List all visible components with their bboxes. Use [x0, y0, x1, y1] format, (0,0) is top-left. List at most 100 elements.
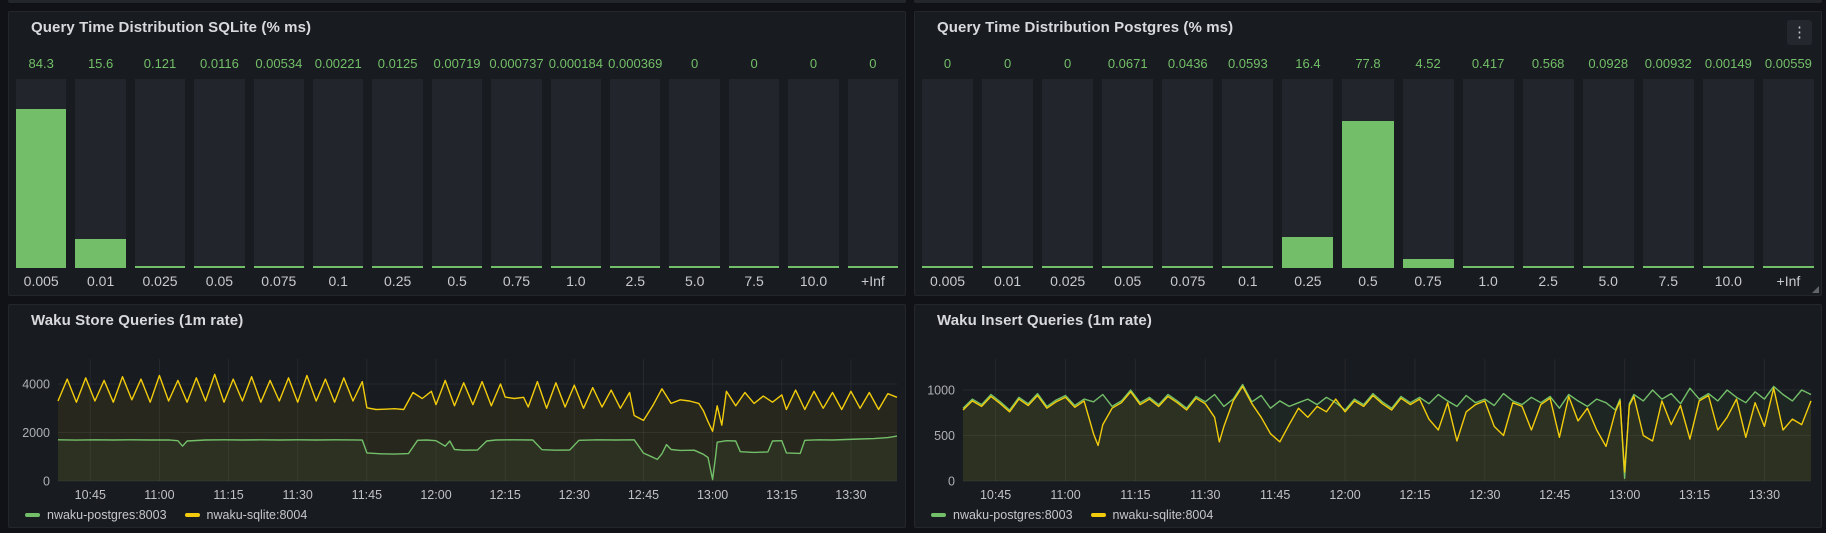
- bar-gauge-cell: 0.01160.05: [194, 56, 244, 289]
- bar-fill: [432, 266, 482, 268]
- bar-bucket-label: 1.0: [566, 268, 585, 289]
- panel-waku-insert-queries: 0500100010:4511:0011:1511:3011:4512:0012…: [914, 304, 1822, 528]
- legend-item[interactable]: nwaku-postgres:8003: [25, 508, 167, 522]
- x-axis-tick-label: 12:30: [1469, 488, 1500, 502]
- panel-title[interactable]: Query Time Distribution SQLite (% ms): [31, 19, 311, 36]
- panel-query-time-distribution-postgres: Query Time Distribution Postgres (% ms) …: [914, 11, 1822, 296]
- bar-fill: [848, 266, 898, 268]
- bar-track: [1583, 79, 1634, 268]
- bar-fill: [194, 266, 244, 268]
- legend-item[interactable]: nwaku-sqlite:8004: [1091, 508, 1214, 522]
- bar-value-label: 16.4: [1295, 56, 1320, 74]
- bar-track: [1403, 79, 1454, 268]
- bar-value-label: 0: [1064, 56, 1071, 74]
- bar-value-label: 0.0125: [378, 56, 418, 74]
- x-axis-tick-label: 11:15: [213, 488, 243, 502]
- legend-series-label[interactable]: nwaku-sqlite:8004: [207, 508, 308, 522]
- y-axis-tick-label: 1000: [927, 384, 955, 398]
- bar-fill: [1102, 266, 1153, 268]
- bar-fill: [669, 266, 719, 268]
- bar-track: [194, 79, 244, 268]
- bar-track: [16, 79, 66, 268]
- x-axis-tick-label: 11:30: [1190, 488, 1220, 502]
- bar-bucket-label: 5.0: [685, 268, 704, 289]
- panel-title[interactable]: Waku Store Queries (1m rate): [31, 312, 243, 329]
- x-axis-tick-label: 11:15: [1120, 488, 1150, 502]
- bar-value-label: 84.3: [29, 56, 54, 74]
- bar-fill: [788, 266, 838, 268]
- timeseries-chart-store: 02000400010:4511:0011:1511:3011:4512:001…: [9, 305, 905, 527]
- bar-fill: [551, 266, 601, 268]
- bar-track: [254, 79, 304, 268]
- bar-value-label: 0.121: [144, 56, 177, 74]
- bar-gauge-cell: 0.0001841.0: [551, 56, 601, 289]
- bar-bucket-label: 2.5: [1538, 268, 1557, 289]
- bar-gauge-cell: 16.4 0.25: [1282, 56, 1333, 289]
- bar-value-label: 0.0593: [1228, 56, 1268, 74]
- bar-bucket-label: +Inf: [861, 268, 885, 289]
- legend-item[interactable]: nwaku-sqlite:8004: [185, 508, 308, 522]
- bar-gauge-cell: 05.0: [669, 56, 719, 289]
- bar-fill: [1583, 266, 1634, 268]
- bar-fill: [372, 266, 422, 268]
- panel-title[interactable]: Query Time Distribution Postgres (% ms): [937, 19, 1233, 36]
- bar-track: [551, 79, 601, 268]
- x-axis-tick-label: 12:15: [1399, 488, 1430, 502]
- bar-bucket-label: 0.075: [1170, 268, 1205, 289]
- bar-bucket-label: 0.75: [1414, 268, 1441, 289]
- bar-track: [922, 79, 973, 268]
- bar-gauge-sqlite: 84.30.00515.60.010.1210.0250.01160.050.0…: [16, 56, 898, 289]
- panel-menu-kebab-icon[interactable]: ⋮: [1787, 20, 1812, 45]
- bar-gauge-cell: 0.009327.5: [1643, 56, 1694, 289]
- bar-bucket-label: 0.25: [384, 268, 411, 289]
- x-axis-tick-label: 13:15: [766, 488, 797, 502]
- legend-series-label[interactable]: nwaku-postgres:8003: [47, 508, 167, 522]
- panel-title[interactable]: Waku Insert Queries (1m rate): [937, 312, 1152, 329]
- bar-fill: [1222, 266, 1273, 268]
- bar-track: [1342, 79, 1393, 268]
- x-axis-tick-label: 12:00: [420, 488, 451, 502]
- bar-track: [313, 79, 363, 268]
- bar-gauge-cell: 0.0003692.5: [610, 56, 660, 289]
- bar-bucket-label: 0.05: [206, 268, 233, 289]
- x-axis-tick-label: 13:00: [697, 488, 728, 502]
- bar-gauge-cell: 0.0014910.0: [1703, 56, 1754, 289]
- bar-bucket-label: 0.25: [1294, 268, 1321, 289]
- bar-track: [1703, 79, 1754, 268]
- bar-gauge-cell: 0.09285.0: [1583, 56, 1634, 289]
- legend-series-label[interactable]: nwaku-postgres:8003: [953, 508, 1073, 522]
- bar-bucket-label: 2.5: [626, 268, 645, 289]
- panel-waku-store-queries: 02000400010:4511:0011:1511:3011:4512:001…: [8, 304, 906, 528]
- bar-value-label: 0: [691, 56, 698, 74]
- bar-track: [1763, 79, 1814, 268]
- x-axis-tick-label: 11:00: [144, 488, 174, 502]
- bar-fill: [1523, 266, 1574, 268]
- bar-gauge-cell: 00.025: [1042, 56, 1093, 289]
- bar-gauge-cell: 00.01: [982, 56, 1033, 289]
- panel-resize-handle[interactable]: [1812, 286, 1819, 293]
- bar-track: [1102, 79, 1153, 268]
- bar-track: [1222, 79, 1273, 268]
- bar-value-label: 0.00719: [434, 56, 481, 74]
- bar-gauge-cell: 84.30.005: [16, 56, 66, 289]
- bar-fill: [75, 239, 125, 268]
- y-axis-tick-label: 0: [948, 475, 955, 489]
- bar-value-label: 0.00221: [315, 56, 362, 74]
- y-axis-tick-label: 4000: [22, 378, 50, 392]
- bar-gauge-cell: 0.0125 0.25: [372, 56, 422, 289]
- x-axis-tick-label: 11:45: [352, 488, 382, 502]
- x-axis-tick-label: 13:15: [1679, 488, 1710, 502]
- legend-item[interactable]: nwaku-postgres:8003: [931, 508, 1073, 522]
- bar-gauge-cell: 0.005340.075: [254, 56, 304, 289]
- legend-series-swatch: [1091, 513, 1106, 517]
- bar-track: [610, 79, 660, 268]
- cropped-panel-above-right: [914, 0, 1822, 3]
- bar-bucket-label: 0.1: [329, 268, 348, 289]
- bar-value-label: 0.0671: [1108, 56, 1148, 74]
- legend-series-label[interactable]: nwaku-sqlite:8004: [1113, 508, 1214, 522]
- bar-bucket-label: +Inf: [1777, 268, 1801, 289]
- bar-bucket-label: 0.025: [142, 268, 177, 289]
- x-axis-tick-label: 11:00: [1050, 488, 1080, 502]
- bar-fill: [1042, 266, 1093, 268]
- bar-fill: [1463, 266, 1514, 268]
